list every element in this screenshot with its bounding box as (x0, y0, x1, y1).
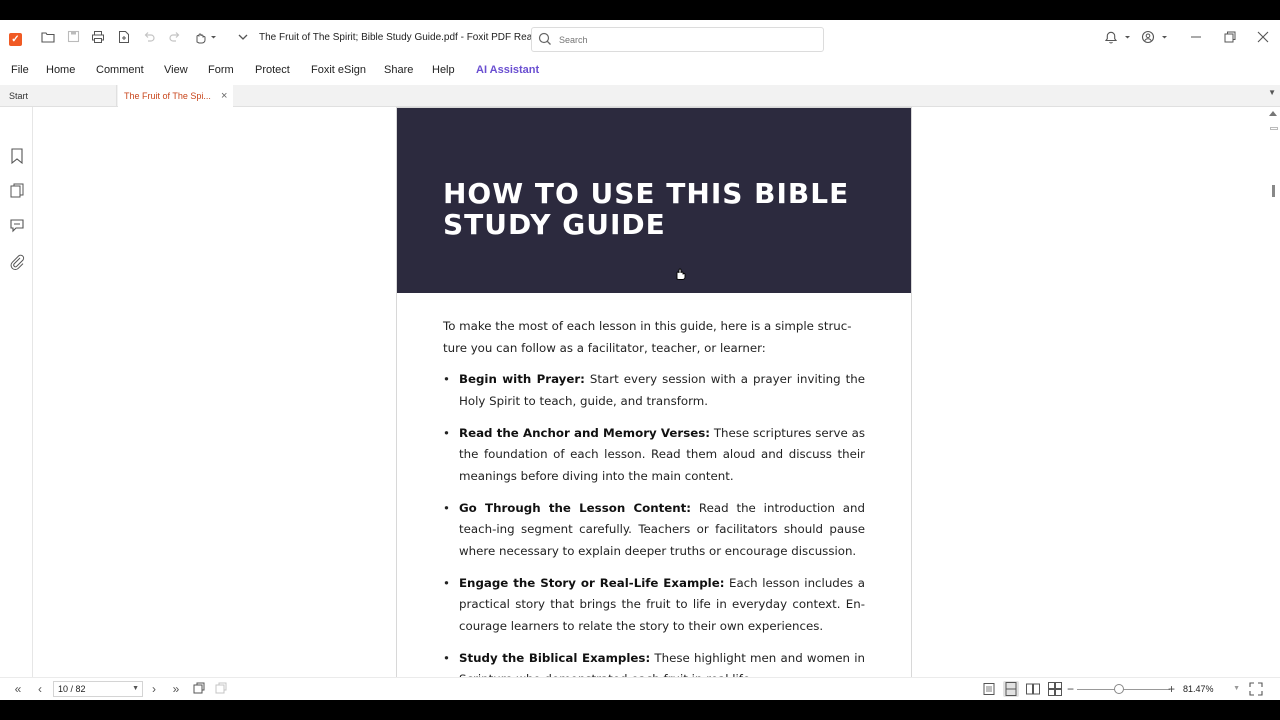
tab-active-document[interactable]: The Fruit of The Spi... (118, 85, 233, 107)
zoom-level-field[interactable]: 81.47% ▼ (1180, 681, 1242, 697)
guide-steps-list: Begin with Prayer: Start every session w… (443, 369, 865, 677)
menu-share[interactable]: Share (384, 64, 413, 76)
previous-page-icon[interactable]: ‹ (32, 681, 48, 697)
menu-protect[interactable]: Protect (255, 64, 290, 76)
fullscreen-icon[interactable] (1248, 681, 1264, 697)
page-dropdown-icon[interactable]: ▼ (132, 682, 139, 696)
previous-view-icon[interactable] (191, 681, 207, 697)
zoom-in-icon[interactable]: + (1168, 681, 1175, 697)
search-box[interactable] (531, 27, 824, 52)
next-view-icon[interactable] (213, 681, 229, 697)
last-page-icon[interactable]: » (168, 681, 184, 697)
facing-view-icon[interactable] (1025, 681, 1041, 697)
save-icon[interactable] (64, 30, 82, 48)
scroll-up-arrow-icon[interactable] (1269, 111, 1277, 116)
pdf-page: HOW TO USE THIS BIBLE STUDY GUIDE To mak… (396, 107, 912, 677)
zoom-dropdown-icon[interactable]: ▼ (1233, 681, 1240, 697)
list-item-title: Study the Biblical Examples: (459, 650, 651, 665)
minimize-icon[interactable] (1186, 30, 1206, 48)
redo-icon[interactable] (165, 30, 183, 48)
search-input[interactable] (559, 32, 809, 48)
menu-ai-assistant[interactable]: AI Assistant (476, 64, 539, 76)
foxit-logo-icon[interactable]: ✓ (9, 33, 22, 46)
page-heading: HOW TO USE THIS BIBLE STUDY GUIDE (443, 177, 850, 241)
restore-icon[interactable] (1220, 30, 1240, 48)
list-item-title: Read the Anchor and Memory Verses: (459, 425, 710, 440)
list-item-title: Go Through the Lesson Content: (459, 500, 692, 515)
open-folder-icon[interactable] (39, 30, 57, 48)
first-page-icon[interactable]: « (10, 681, 26, 697)
menu-view[interactable]: View (164, 64, 188, 76)
next-page-icon[interactable]: › (146, 681, 162, 697)
account-icon[interactable] (1139, 30, 1169, 48)
bookmark-icon[interactable] (8, 147, 26, 165)
undo-icon[interactable] (140, 30, 158, 48)
zoom-out-icon[interactable]: − (1067, 681, 1074, 697)
page-header-band: HOW TO USE THIS BIBLE STUDY GUIDE (397, 108, 911, 293)
attachment-icon[interactable] (8, 253, 26, 271)
menu-form[interactable]: Form (208, 64, 234, 76)
screen: ✓ The Fruit of The Spirit; Bible Study G… (0, 0, 1280, 720)
menu-comment[interactable]: Comment (96, 64, 144, 76)
list-item: Engage the Story or Real-Life Example: E… (443, 573, 865, 638)
hand-tool-dropdown-icon[interactable] (192, 30, 218, 48)
list-item: Study the Biblical Examples: These highl… (443, 648, 865, 678)
tab-list-chevron-icon[interactable]: ▼ (1268, 88, 1276, 97)
tab-start[interactable]: Start (0, 85, 117, 107)
search-icon (538, 32, 552, 46)
continuous-view-icon[interactable] (1003, 681, 1019, 697)
vertical-scrollbar[interactable] (1266, 107, 1280, 677)
list-item: Begin with Prayer: Start every session w… (443, 369, 865, 412)
page-number-field[interactable]: 10 / 82 ▼ (53, 681, 143, 697)
zoom-level-value: 81.47% (1183, 684, 1214, 694)
menu-bar: File Home Comment View Form Protect Foxi… (0, 60, 1280, 82)
list-item-title: Engage the Story or Real-Life Example: (459, 575, 725, 590)
customize-toolbar-chevron-icon[interactable] (234, 30, 252, 48)
menu-foxit-esign[interactable]: Foxit eSign (311, 64, 366, 76)
close-tab-icon[interactable]: × (221, 85, 227, 107)
zoom-slider-knob[interactable] (1113, 684, 1124, 694)
notifications-bell-icon[interactable] (1102, 30, 1132, 48)
pages-thumbnail-icon[interactable] (8, 182, 26, 200)
intro-paragraph: To make the most of each lesson in this … (443, 319, 852, 355)
scroll-thumb[interactable] (1272, 185, 1275, 197)
menu-help[interactable]: Help (432, 64, 455, 76)
scroll-marker (1270, 127, 1278, 130)
window-title: The Fruit of The Spirit; Bible Study Gui… (259, 32, 547, 43)
list-item-title: Begin with Prayer: (459, 372, 585, 386)
page-body: To make the most of each lesson in this … (443, 316, 865, 677)
single-page-view-icon[interactable] (981, 681, 997, 697)
export-page-icon[interactable] (115, 30, 133, 48)
hand-cursor-icon (674, 267, 686, 283)
page-number-value: 10 / 82 (58, 684, 86, 694)
list-item: Go Through the Lesson Content: Read the … (443, 498, 865, 563)
document-view[interactable]: HOW TO USE THIS BIBLE STUDY GUIDE To mak… (34, 107, 1266, 677)
status-bar: « ‹ 10 / 82 ▼ › » − + 81.47% ▼ (0, 677, 1280, 700)
menu-file[interactable]: File (11, 64, 29, 76)
menu-home[interactable]: Home (46, 64, 75, 76)
print-icon[interactable] (89, 30, 107, 48)
navigation-panel (0, 107, 33, 677)
close-window-icon[interactable] (1253, 30, 1273, 48)
foxit-reader-window: ✓ The Fruit of The Spirit; Bible Study G… (0, 20, 1280, 700)
continuous-facing-view-icon[interactable] (1047, 681, 1063, 697)
list-item: Read the Anchor and Memory Verses: These… (443, 423, 865, 488)
comments-icon[interactable] (8, 216, 26, 234)
title-bar: ✓ The Fruit of The Spirit; Bible Study G… (0, 20, 1280, 60)
document-tab-bar: Start The Fruit of The Spi... × ▼ (0, 85, 1280, 107)
